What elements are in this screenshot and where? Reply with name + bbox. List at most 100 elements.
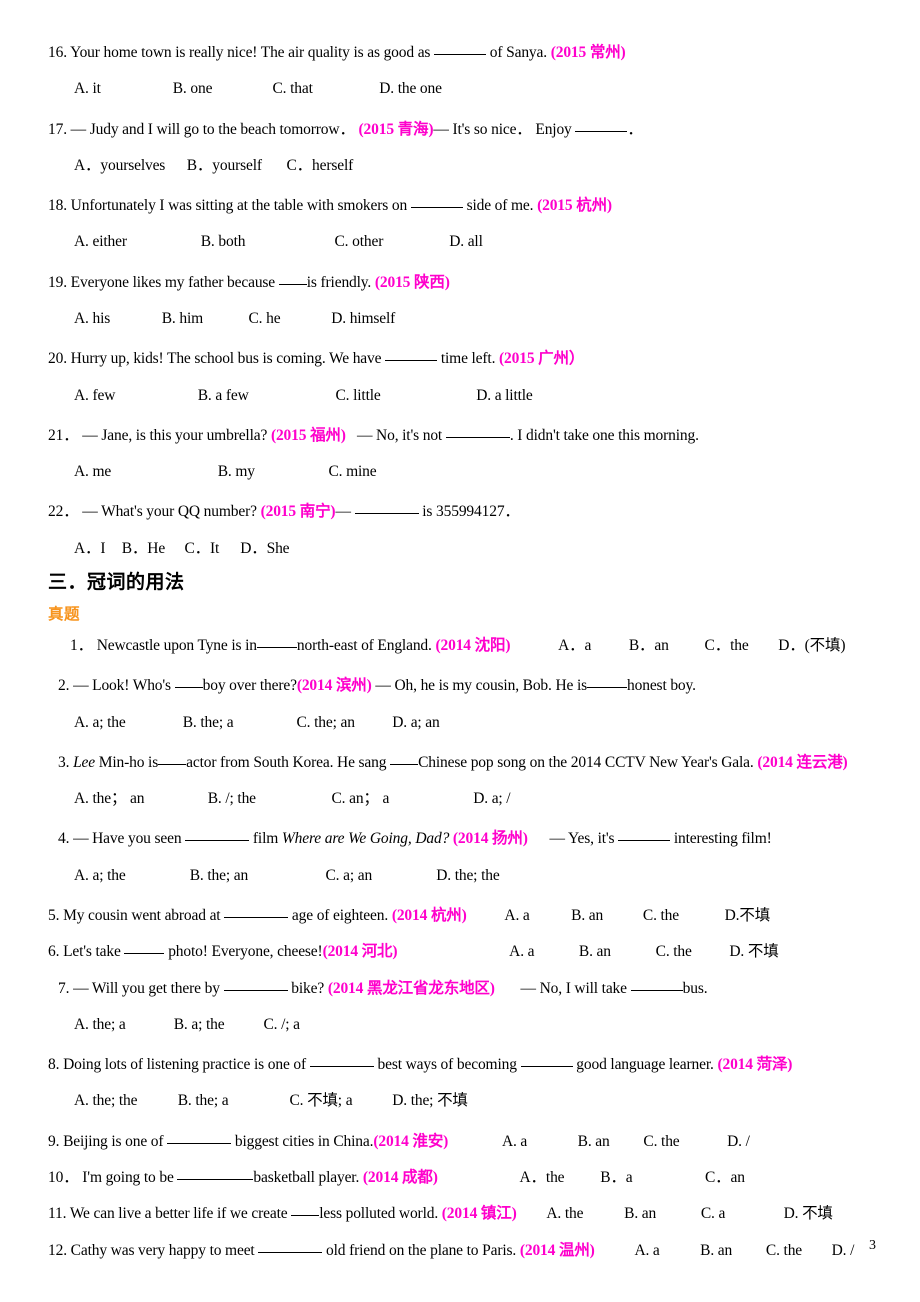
question-text: Your home town is really nice! The air q… xyxy=(70,44,431,61)
option-a[interactable]: A. the; a xyxy=(74,1016,170,1034)
option-b[interactable]: B. both xyxy=(201,233,331,251)
option-b[interactable]: B. an xyxy=(571,907,639,925)
option-b[interactable]: B. a few xyxy=(198,387,332,405)
option-b[interactable]: B．a xyxy=(600,1169,701,1187)
option-d[interactable]: D. the; the xyxy=(436,867,500,885)
option-a[interactable]: A. few xyxy=(74,387,194,405)
answer-blank xyxy=(385,360,438,362)
option-c[interactable]: C. 不填; a xyxy=(289,1092,388,1110)
option-d[interactable]: D. / xyxy=(832,1242,855,1260)
article-question-4-stem: 4. — Have you seen film Where are We Goi… xyxy=(48,830,888,848)
option-d[interactable]: D. the; 不填 xyxy=(392,1092,468,1110)
option-c[interactable]: C. that xyxy=(272,80,375,98)
option-c[interactable]: C. the xyxy=(656,943,726,961)
option-c[interactable]: C．It xyxy=(184,540,236,558)
answer-blank xyxy=(291,1215,320,1217)
option-d[interactable]: D. a little xyxy=(476,387,533,405)
option-c[interactable]: C. the xyxy=(643,907,721,925)
option-a[interactable]: A. a xyxy=(509,943,575,961)
option-c[interactable]: C. mine xyxy=(328,463,376,481)
question-number: 21． xyxy=(48,426,79,444)
source-tag: (2015 福州) xyxy=(270,426,346,444)
option-d[interactable]: D. 不填 xyxy=(729,943,778,961)
option-a[interactable]: A．yourselves xyxy=(74,157,183,175)
option-d[interactable]: D. 不填 xyxy=(784,1205,833,1223)
question-text: Min-ho is xyxy=(98,753,159,771)
option-a[interactable]: A. it xyxy=(74,80,169,98)
answer-blank xyxy=(258,1251,323,1253)
option-c[interactable]: C. the xyxy=(766,1242,828,1260)
option-d[interactable]: D. himself xyxy=(331,310,395,328)
question-number: 6. xyxy=(48,943,60,961)
question-text: Beijing is one of xyxy=(63,1132,164,1150)
option-a[interactable]: A. a xyxy=(504,907,567,925)
question-18-options: A. either B. both C. other D. all xyxy=(48,233,888,251)
question-text-cont: north-east of England. xyxy=(296,637,432,655)
option-c[interactable]: C. a xyxy=(701,1205,780,1223)
option-b[interactable]: B. an xyxy=(578,1133,640,1151)
option-c[interactable]: C. the; an xyxy=(296,714,388,732)
option-d[interactable]: D. / xyxy=(727,1133,750,1151)
option-d[interactable]: D. the one xyxy=(379,80,442,98)
option-d[interactable]: D．She xyxy=(240,540,289,558)
option-a[interactable]: A. a xyxy=(634,1242,696,1260)
question-text-cont2: good language learner. xyxy=(576,1056,714,1074)
question-text-cont: age of eighteen. xyxy=(291,907,389,925)
answer-blank xyxy=(256,647,297,649)
option-b[interactable]: B．yourself xyxy=(187,157,283,175)
answer-blank xyxy=(167,1142,232,1144)
option-d[interactable]: D. a; an xyxy=(392,714,440,732)
option-c[interactable]: C．the xyxy=(705,637,775,655)
option-c[interactable]: C. a; an xyxy=(325,867,432,885)
option-a[interactable]: A．a xyxy=(558,637,625,655)
question-21-options: A. me B. my C. mine xyxy=(48,463,888,481)
question-number: 22． xyxy=(48,503,79,521)
option-d[interactable]: D．(不填) xyxy=(778,637,845,655)
option-a[interactable]: A. either xyxy=(74,233,197,251)
option-b[interactable]: B. an xyxy=(624,1205,697,1223)
option-b[interactable]: B. an xyxy=(579,943,652,961)
option-d[interactable]: D.不填 xyxy=(725,907,771,925)
option-b[interactable]: B. the; a xyxy=(178,1092,286,1110)
source-tag: (2015 广州） xyxy=(499,350,585,368)
option-c[interactable]: C. an； a xyxy=(331,790,469,808)
option-a[interactable]: A. me xyxy=(74,463,214,481)
option-a[interactable]: A．the xyxy=(520,1169,597,1187)
option-a[interactable]: A．I xyxy=(74,540,118,558)
option-a[interactable]: A. a xyxy=(502,1133,574,1151)
option-c[interactable]: C. other xyxy=(334,233,445,251)
option-b[interactable]: B. /; the xyxy=(208,790,328,808)
option-b[interactable]: B. my xyxy=(218,463,325,481)
question-text: — Look! Who's xyxy=(73,677,171,695)
option-a[interactable]: A. the xyxy=(546,1205,620,1223)
option-b[interactable]: B. a; the xyxy=(174,1016,260,1034)
option-d[interactable]: D. all xyxy=(449,233,483,251)
option-c[interactable]: C. the xyxy=(643,1133,723,1151)
option-b[interactable]: B. him xyxy=(162,310,245,328)
option-b[interactable]: B. the; a xyxy=(183,714,293,732)
option-d[interactable]: D. a; / xyxy=(473,790,510,808)
question-text-end: interesting film! xyxy=(673,830,772,848)
option-a[interactable]: A. the; the xyxy=(74,1092,174,1110)
option-b[interactable]: B. the; an xyxy=(190,867,322,885)
article-question-10-stem: 10． I'm going to be basketball player. (… xyxy=(48,1169,888,1187)
option-c[interactable]: C．an xyxy=(705,1169,745,1187)
question-number: 11. xyxy=(48,1205,67,1223)
option-b[interactable]: B. one xyxy=(173,80,269,98)
option-b[interactable]: B. an xyxy=(700,1242,762,1260)
option-c[interactable]: C. little xyxy=(335,387,472,405)
article-question-8-options: A. the; the B. the; a C. 不填; a D. the; 不… xyxy=(48,1092,888,1110)
option-b[interactable]: B．an xyxy=(629,637,701,655)
option-a[interactable]: A. his xyxy=(74,310,158,328)
article-question-3-stem: 3. Lee Min-ho is actor from South Korea. … xyxy=(48,754,888,772)
option-a[interactable]: A. a; the xyxy=(74,714,179,732)
question-number: 5. xyxy=(48,907,60,925)
option-a[interactable]: A. a; the xyxy=(74,867,186,885)
option-a[interactable]: A. the； an xyxy=(74,790,204,808)
question-text-cont: less polluted world. xyxy=(319,1205,439,1223)
option-c[interactable]: C. he xyxy=(248,310,327,328)
question-number: 7. xyxy=(58,979,70,997)
option-b[interactable]: B．He xyxy=(122,540,181,558)
option-c[interactable]: C. /; a xyxy=(263,1016,300,1034)
option-c[interactable]: C．herself xyxy=(286,157,353,175)
